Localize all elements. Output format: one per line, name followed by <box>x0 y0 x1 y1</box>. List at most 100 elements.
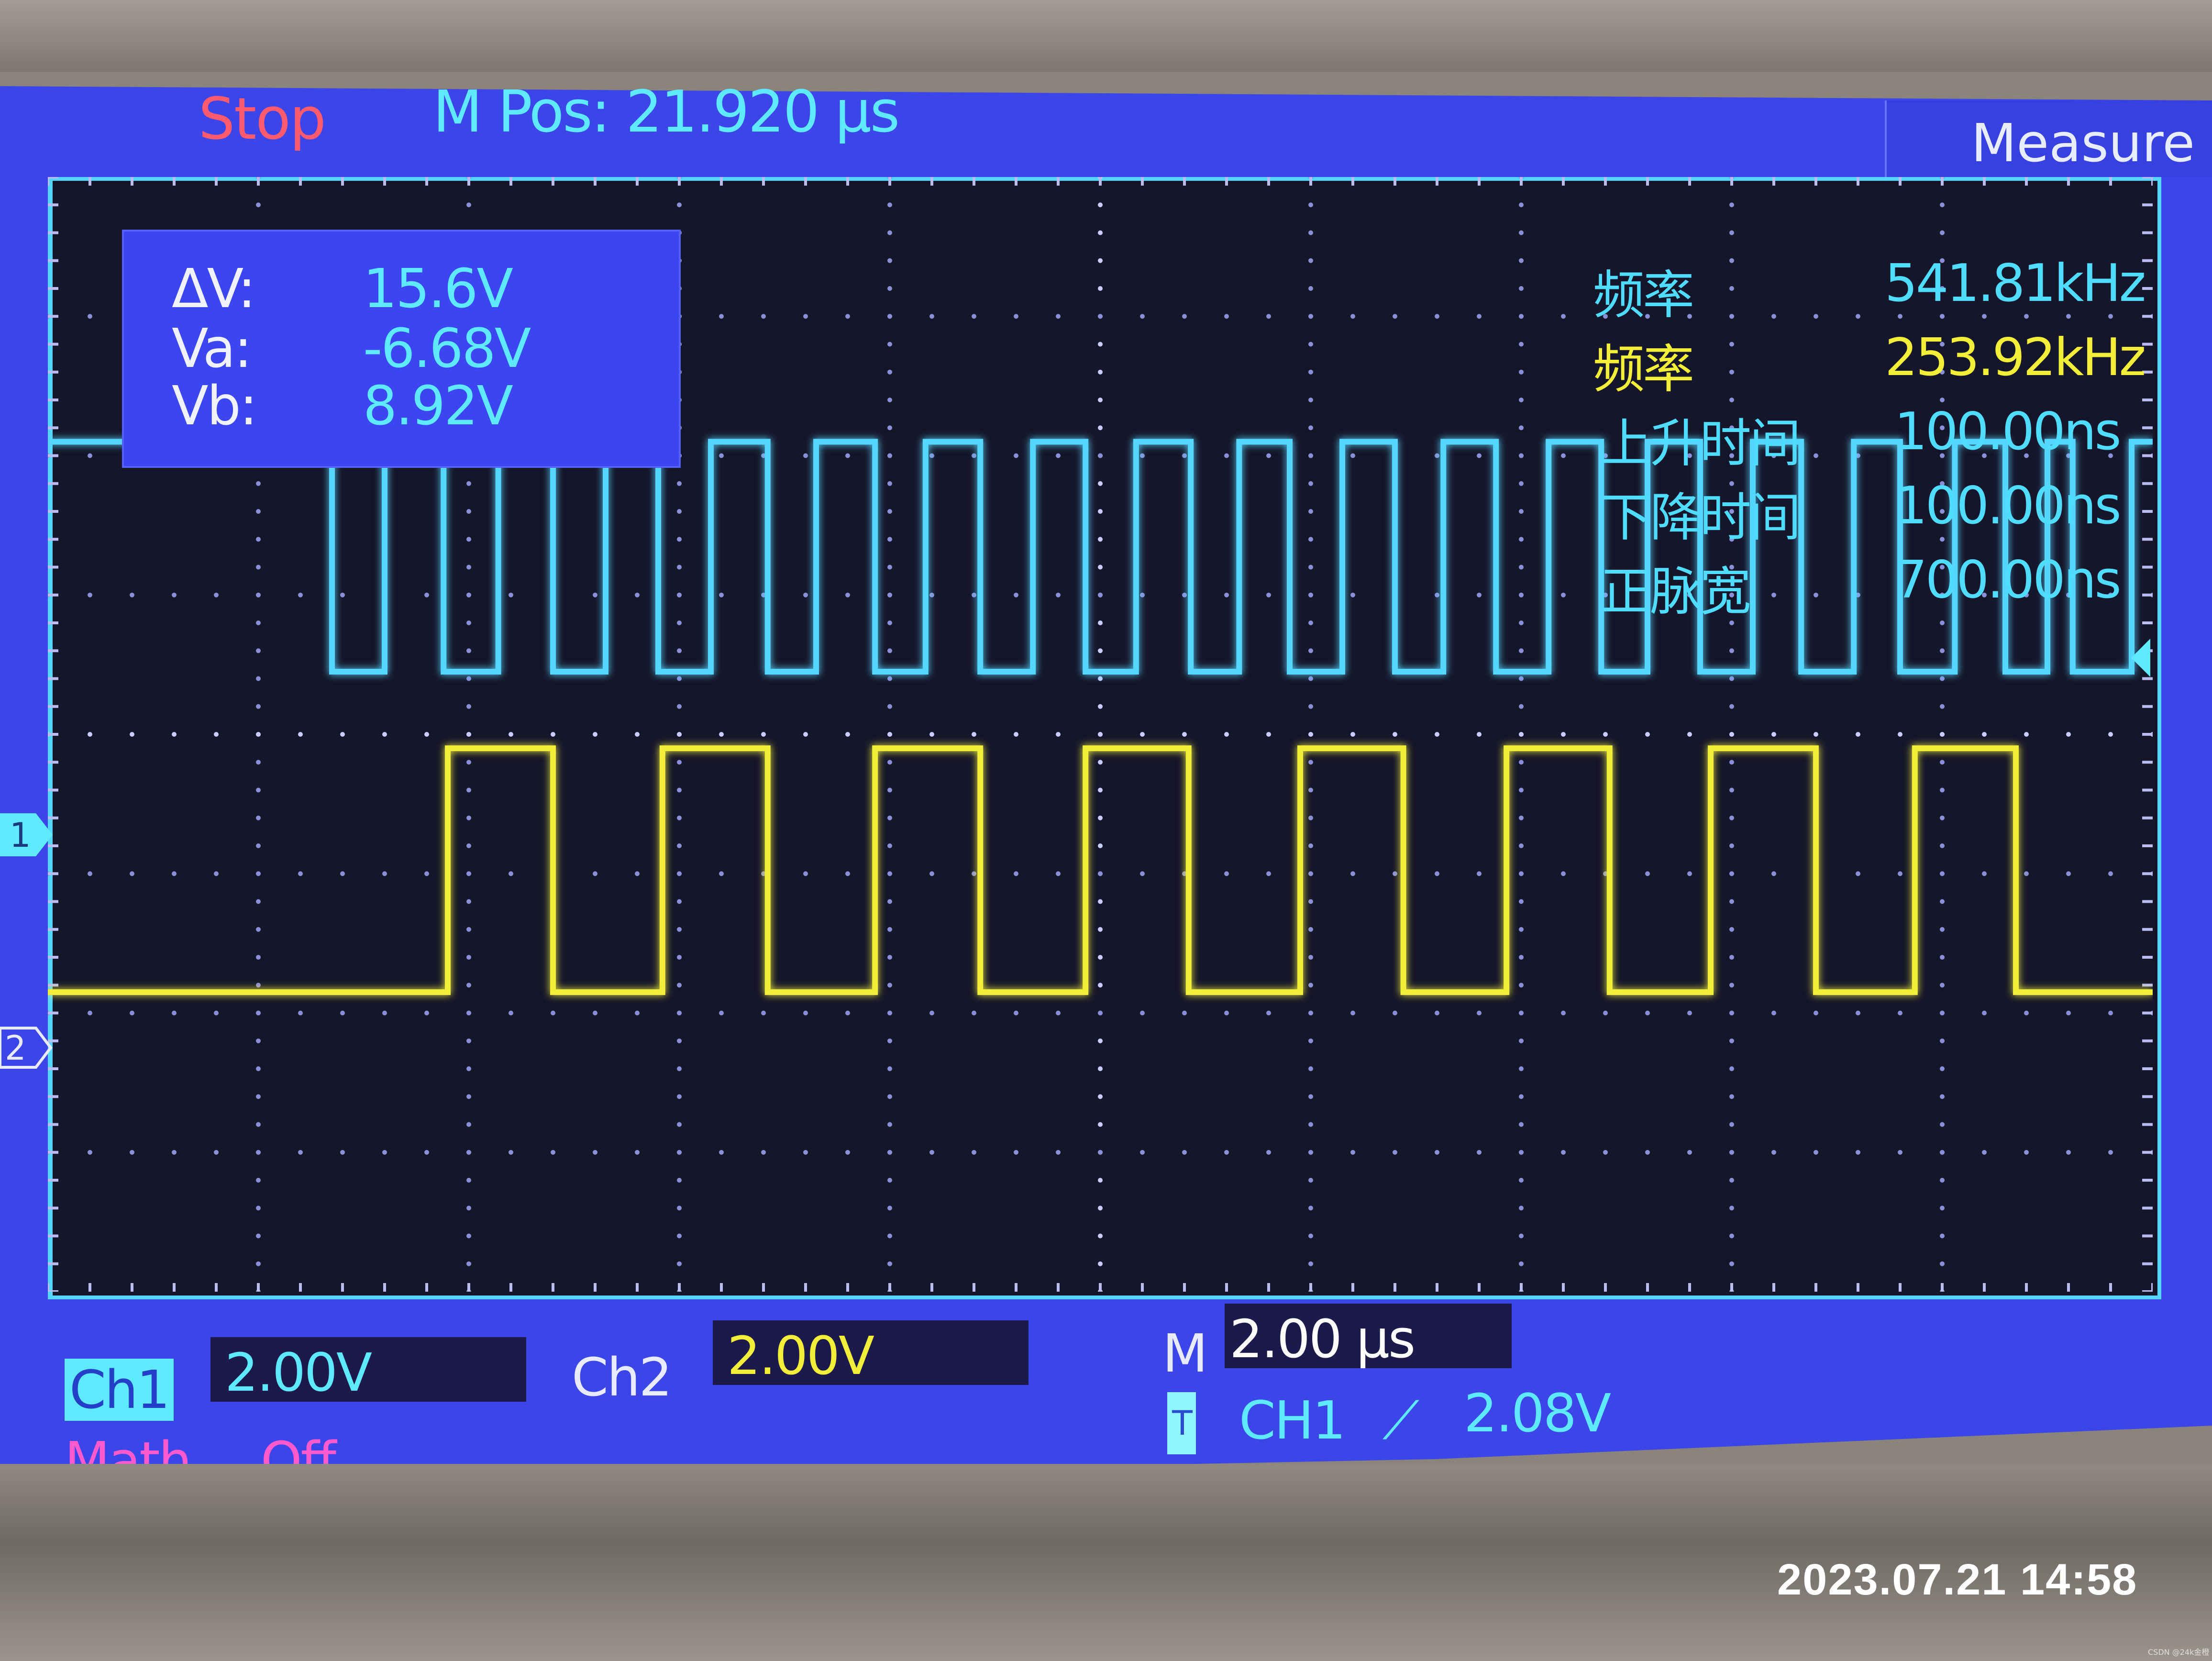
grid-dot <box>1519 1150 1524 1155</box>
trigger-source[interactable]: CH1 <box>1239 1390 1346 1451</box>
grid-dot <box>1308 342 1313 347</box>
grid-dot <box>2108 1150 2113 1155</box>
grid-dot <box>1940 230 1945 235</box>
watermark: CSDN @24k金橙 <box>2148 1648 2210 1657</box>
grid-dot <box>1519 620 1524 625</box>
grid-dot <box>1435 1150 1439 1155</box>
grid-dot <box>887 1122 892 1127</box>
measurement-label-rise-time: 上升时间 <box>1600 414 1801 474</box>
grid-dot <box>1308 955 1313 960</box>
grid-dot <box>214 592 219 598</box>
grid-dot <box>1645 732 1650 737</box>
grid-dot <box>214 1150 219 1155</box>
grid-dot <box>1729 732 1734 737</box>
grid-dot <box>1098 676 1103 681</box>
grid-dot <box>761 314 766 319</box>
grid-dot <box>214 732 219 737</box>
grid-dot <box>719 453 724 458</box>
grid-dot <box>256 202 261 208</box>
ch1-waveform <box>48 439 2153 675</box>
ch2-ground-marker[interactable]: 2 <box>0 1026 53 1069</box>
grid-dot <box>1519 1122 1524 1127</box>
grid-dot <box>1224 732 1229 737</box>
grid-dot <box>1266 1010 1271 1016</box>
grid-dot <box>929 314 934 319</box>
grid-dot <box>256 983 261 988</box>
grid-dot <box>887 258 892 263</box>
grid-dot <box>887 927 892 932</box>
grid-dot <box>2024 1010 2029 1016</box>
grid-dot <box>887 704 892 709</box>
grid-dot <box>1561 592 1566 598</box>
measurement-value-ch1-frequency: 541.81kHz <box>1885 254 2146 313</box>
run-state-indicator[interactable]: Stop <box>199 86 326 153</box>
grid-dot <box>1940 871 1945 876</box>
grid-dot <box>1098 1122 1103 1127</box>
cursor-vb-value: 8.92V <box>363 375 513 437</box>
grid-dot <box>256 481 261 486</box>
grid-dot <box>424 592 429 598</box>
grid-dot <box>1350 592 1355 598</box>
measure-menu-tab[interactable]: Measure <box>1885 100 2212 177</box>
trigger-level-marker[interactable] <box>2131 639 2160 677</box>
horizontal-position-readout: M Pos: 21.920 µs <box>433 79 900 145</box>
ch1-ground-marker[interactable]: 1 <box>0 813 53 856</box>
grid-dot <box>1729 202 1734 208</box>
grid-dot <box>1982 1150 1987 1155</box>
grid-dot <box>677 704 682 709</box>
grid-dot <box>887 899 892 904</box>
grid-dot <box>256 1261 261 1266</box>
grid-dot <box>887 1206 892 1211</box>
grid-dot <box>466 202 471 208</box>
grid-dot <box>1266 314 1271 319</box>
grid-dot <box>1519 1261 1524 1266</box>
grid-dot <box>1308 1066 1313 1071</box>
grid-dot <box>298 1010 303 1016</box>
ch1-scale-box[interactable]: 2.00V <box>210 1337 526 1403</box>
grid-dot <box>1098 1094 1103 1099</box>
grid-dot <box>1771 871 1776 876</box>
grid-dot <box>1940 676 1945 681</box>
grid-dot <box>1729 1178 1734 1183</box>
ch2-scale-box[interactable]: 2.00V <box>713 1320 1029 1386</box>
trigger-level: 2.08V <box>1464 1383 1611 1444</box>
grid-dot <box>1814 1150 1818 1155</box>
grid-dot <box>1729 871 1734 876</box>
grid-dot <box>1182 592 1187 598</box>
grid-dot <box>466 787 471 793</box>
grid-dot <box>1519 760 1524 765</box>
grid-dot <box>1098 1038 1103 1043</box>
grid-dot <box>1856 1150 1860 1155</box>
timebase-box[interactable]: 2.00 µs <box>1225 1304 1512 1370</box>
m-pos-value: 21.920 µs <box>626 79 900 145</box>
grid-dot <box>466 1150 471 1155</box>
grid-dot <box>1729 843 1734 848</box>
grid-dot <box>256 620 261 625</box>
grid-dot <box>1056 453 1061 458</box>
grid-dot <box>677 592 682 598</box>
grid-dot <box>1098 927 1103 932</box>
ch1-label[interactable]: Ch1 <box>65 1359 174 1421</box>
grid-dot <box>1519 1206 1524 1211</box>
grid-dot <box>256 676 261 681</box>
grid-dot <box>845 453 850 458</box>
grid-dot <box>1729 927 1734 932</box>
grid-dot <box>551 1010 555 1016</box>
grid-dot <box>1308 1178 1313 1183</box>
grid-dot <box>509 1010 513 1016</box>
grid-dot <box>1098 369 1103 375</box>
grid-dot <box>1182 314 1187 319</box>
grid-dot <box>1729 815 1734 820</box>
grid-dot <box>887 202 892 208</box>
grid-dot <box>972 314 976 319</box>
grid-dot <box>1140 592 1145 598</box>
ch2-label[interactable]: Ch2 <box>572 1347 673 1408</box>
grid-dot <box>88 1150 92 1155</box>
grid-dot <box>256 843 261 848</box>
grid-dot <box>1393 1150 1397 1155</box>
grid-dot <box>1308 1150 1313 1155</box>
grid-dot <box>1098 787 1103 793</box>
grid-dot <box>1898 1010 1902 1016</box>
grid-dot <box>1856 314 1860 319</box>
grid-dot <box>1224 592 1229 598</box>
